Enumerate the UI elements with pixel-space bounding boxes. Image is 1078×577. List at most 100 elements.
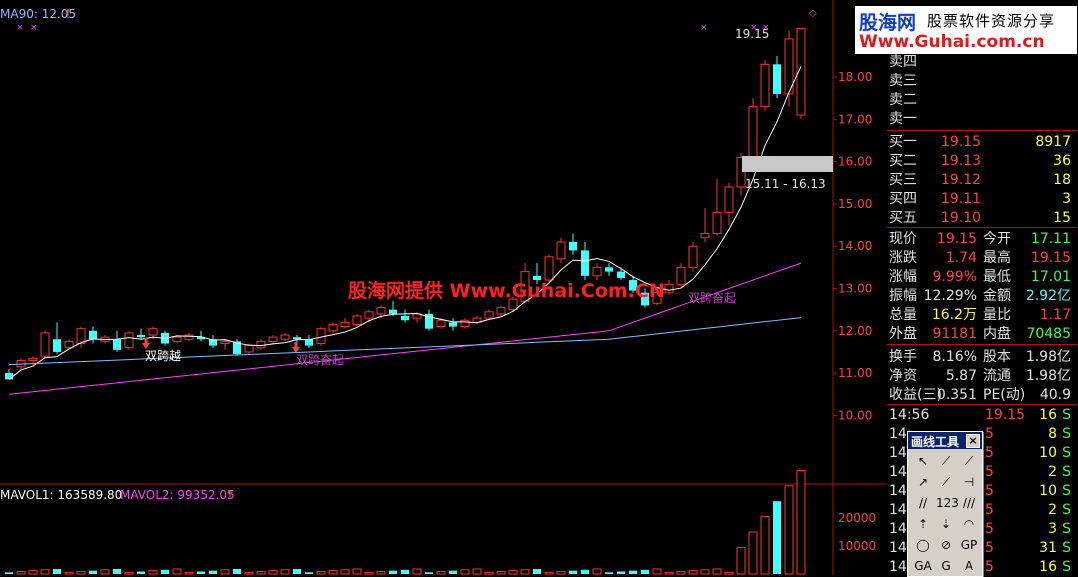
volume-bar — [328, 570, 338, 575]
arc-icon[interactable]: ◠ — [959, 515, 979, 533]
volume-bar — [280, 569, 290, 575]
tick-price: 5 — [985, 483, 994, 499]
candle-body — [184, 334, 194, 340]
candle-body — [760, 63, 770, 108]
volume-bar — [569, 570, 577, 574]
candle-body — [268, 336, 278, 342]
toolbox-titlebar[interactable]: 画线工具 × — [908, 432, 982, 449]
gold-percent-icon[interactable]: GP — [959, 536, 979, 554]
candle-body — [280, 334, 290, 340]
channel-icon[interactable]: // — [913, 494, 933, 512]
buy-level-price: 19.10 — [941, 210, 982, 226]
volume-bar — [556, 570, 566, 575]
volume-bar — [472, 568, 482, 575]
volume-bar — [688, 570, 698, 575]
segment-icon[interactable]: ⟋ — [936, 452, 956, 470]
quote-row: 净资 5.87 流通 1.98亿 — [887, 366, 1077, 386]
volume-bar — [736, 546, 746, 575]
volume-bar — [256, 570, 266, 575]
tick-side: S — [1062, 559, 1071, 575]
mavol2-label: MAVOL2: 99352.05 — [120, 488, 235, 502]
down-arrow-icon[interactable]: ⇣ — [936, 515, 956, 533]
close-icon[interactable]: × — [966, 434, 980, 448]
volume-bar — [316, 570, 326, 575]
candle-body — [28, 357, 38, 361]
mavol1-label: MAVOL1: 163589.80 — [0, 488, 122, 502]
price-axis: 18.00 17.00 16.00 15.00 14.00 13.00 12.00 11.00… — [833, 70, 872, 422]
quote-value: 5.87 — [945, 368, 977, 384]
pointer-icon[interactable]: ↖ — [913, 452, 933, 470]
volume-bar — [197, 571, 205, 574]
text-icon[interactable]: A — [959, 557, 979, 575]
volume-bar — [220, 569, 230, 575]
tick-volume: 3 — [1048, 521, 1057, 537]
drawing-toolbox[interactable]: 画线工具 × ↖ ⟋ ⟋ ↗ ⟋ ⊣//123///⇡ ⇣ ◠ ◯ ⊘ GP GA G A — [907, 431, 983, 577]
marker-icon: × — [30, 23, 38, 33]
parallel-icon[interactable]: /// — [959, 494, 979, 512]
tick-volume: 31 — [1039, 540, 1057, 556]
sell-level-row: 卖一 — [887, 109, 1077, 129]
tick-price: 5 — [985, 445, 994, 461]
quote-label: 外盘 — [889, 326, 917, 342]
candle-body — [376, 307, 386, 315]
candle-body — [256, 340, 266, 349]
quote-label: 换手 — [889, 349, 917, 365]
price-tick-label: 16.00 — [838, 155, 872, 169]
range-box — [742, 156, 833, 172]
volume-bar — [496, 570, 506, 575]
gold-spiral-icon[interactable]: G — [936, 557, 956, 575]
volume-bar — [148, 570, 158, 575]
candle-body — [773, 64, 781, 94]
candle-body — [220, 340, 230, 344]
quote-label: 最高 — [983, 250, 1011, 266]
tick-price: 5 — [985, 464, 994, 480]
marker-icon: × — [16, 23, 24, 33]
tick-volume: 10 — [1039, 483, 1057, 499]
buy-level-row: 买五 19.10 15 — [887, 208, 1077, 228]
up-arrow-icon[interactable]: ⇡ — [913, 515, 933, 533]
volume-bar — [305, 572, 313, 574]
price-tick-label: 13.00 — [838, 282, 872, 296]
quote-value: 1.17 — [1039, 307, 1071, 323]
gold-angle-icon[interactable]: GA — [913, 557, 933, 575]
price-tick-label: 10.00 — [838, 408, 872, 422]
volume-bar — [161, 569, 169, 574]
quote-value: 16.2万 — [931, 307, 977, 323]
volume-bar — [376, 570, 386, 575]
horizontal-line-icon[interactable]: ⊣ — [959, 473, 979, 491]
quote-row: 外盘 91181 内盘 70485 — [887, 324, 1077, 344]
volume-bar — [592, 568, 602, 575]
volume-bar — [508, 570, 518, 575]
angle-icon[interactable]: ⊘ — [936, 536, 956, 554]
quote-row: 涨跌 1.74 最高 19.15 — [887, 248, 1077, 268]
candle-body — [293, 337, 301, 340]
candle-body — [364, 311, 374, 319]
candle-body — [340, 321, 350, 328]
up-arrow-icon: ↑ — [225, 488, 235, 502]
tick-time: 14:56 — [889, 407, 930, 423]
candle-body — [700, 233, 710, 239]
volume-bar — [76, 570, 86, 575]
quote-label: 净资 — [889, 368, 917, 384]
candle-body — [676, 266, 686, 285]
ray-icon[interactable]: ⟋ — [936, 473, 956, 491]
price-tick-label: 14.00 — [838, 239, 872, 253]
volume-bar — [796, 469, 806, 575]
volume-bar — [412, 568, 422, 575]
buy-level-price: 19.13 — [941, 153, 982, 169]
tick-side: S — [1062, 483, 1071, 499]
quote-value: 17.11 — [1030, 231, 1071, 247]
sell-level-row: 卖四 — [887, 52, 1077, 72]
volume-bar — [5, 572, 13, 574]
volume-bar — [700, 569, 710, 575]
volume-bar — [340, 569, 350, 575]
volume-bar — [352, 568, 362, 575]
tick-price: 5 — [985, 540, 994, 556]
tick-volume: 8 — [1048, 426, 1057, 442]
circle-icon[interactable]: ◯ — [913, 536, 933, 554]
line-icon[interactable]: ⟋ — [959, 452, 979, 470]
arrow-icon[interactable]: ↗ — [913, 473, 933, 491]
fib-numbers-icon[interactable]: 123 — [936, 494, 959, 512]
volume-bar — [100, 569, 110, 575]
quote-value: 70485 — [1026, 326, 1071, 342]
